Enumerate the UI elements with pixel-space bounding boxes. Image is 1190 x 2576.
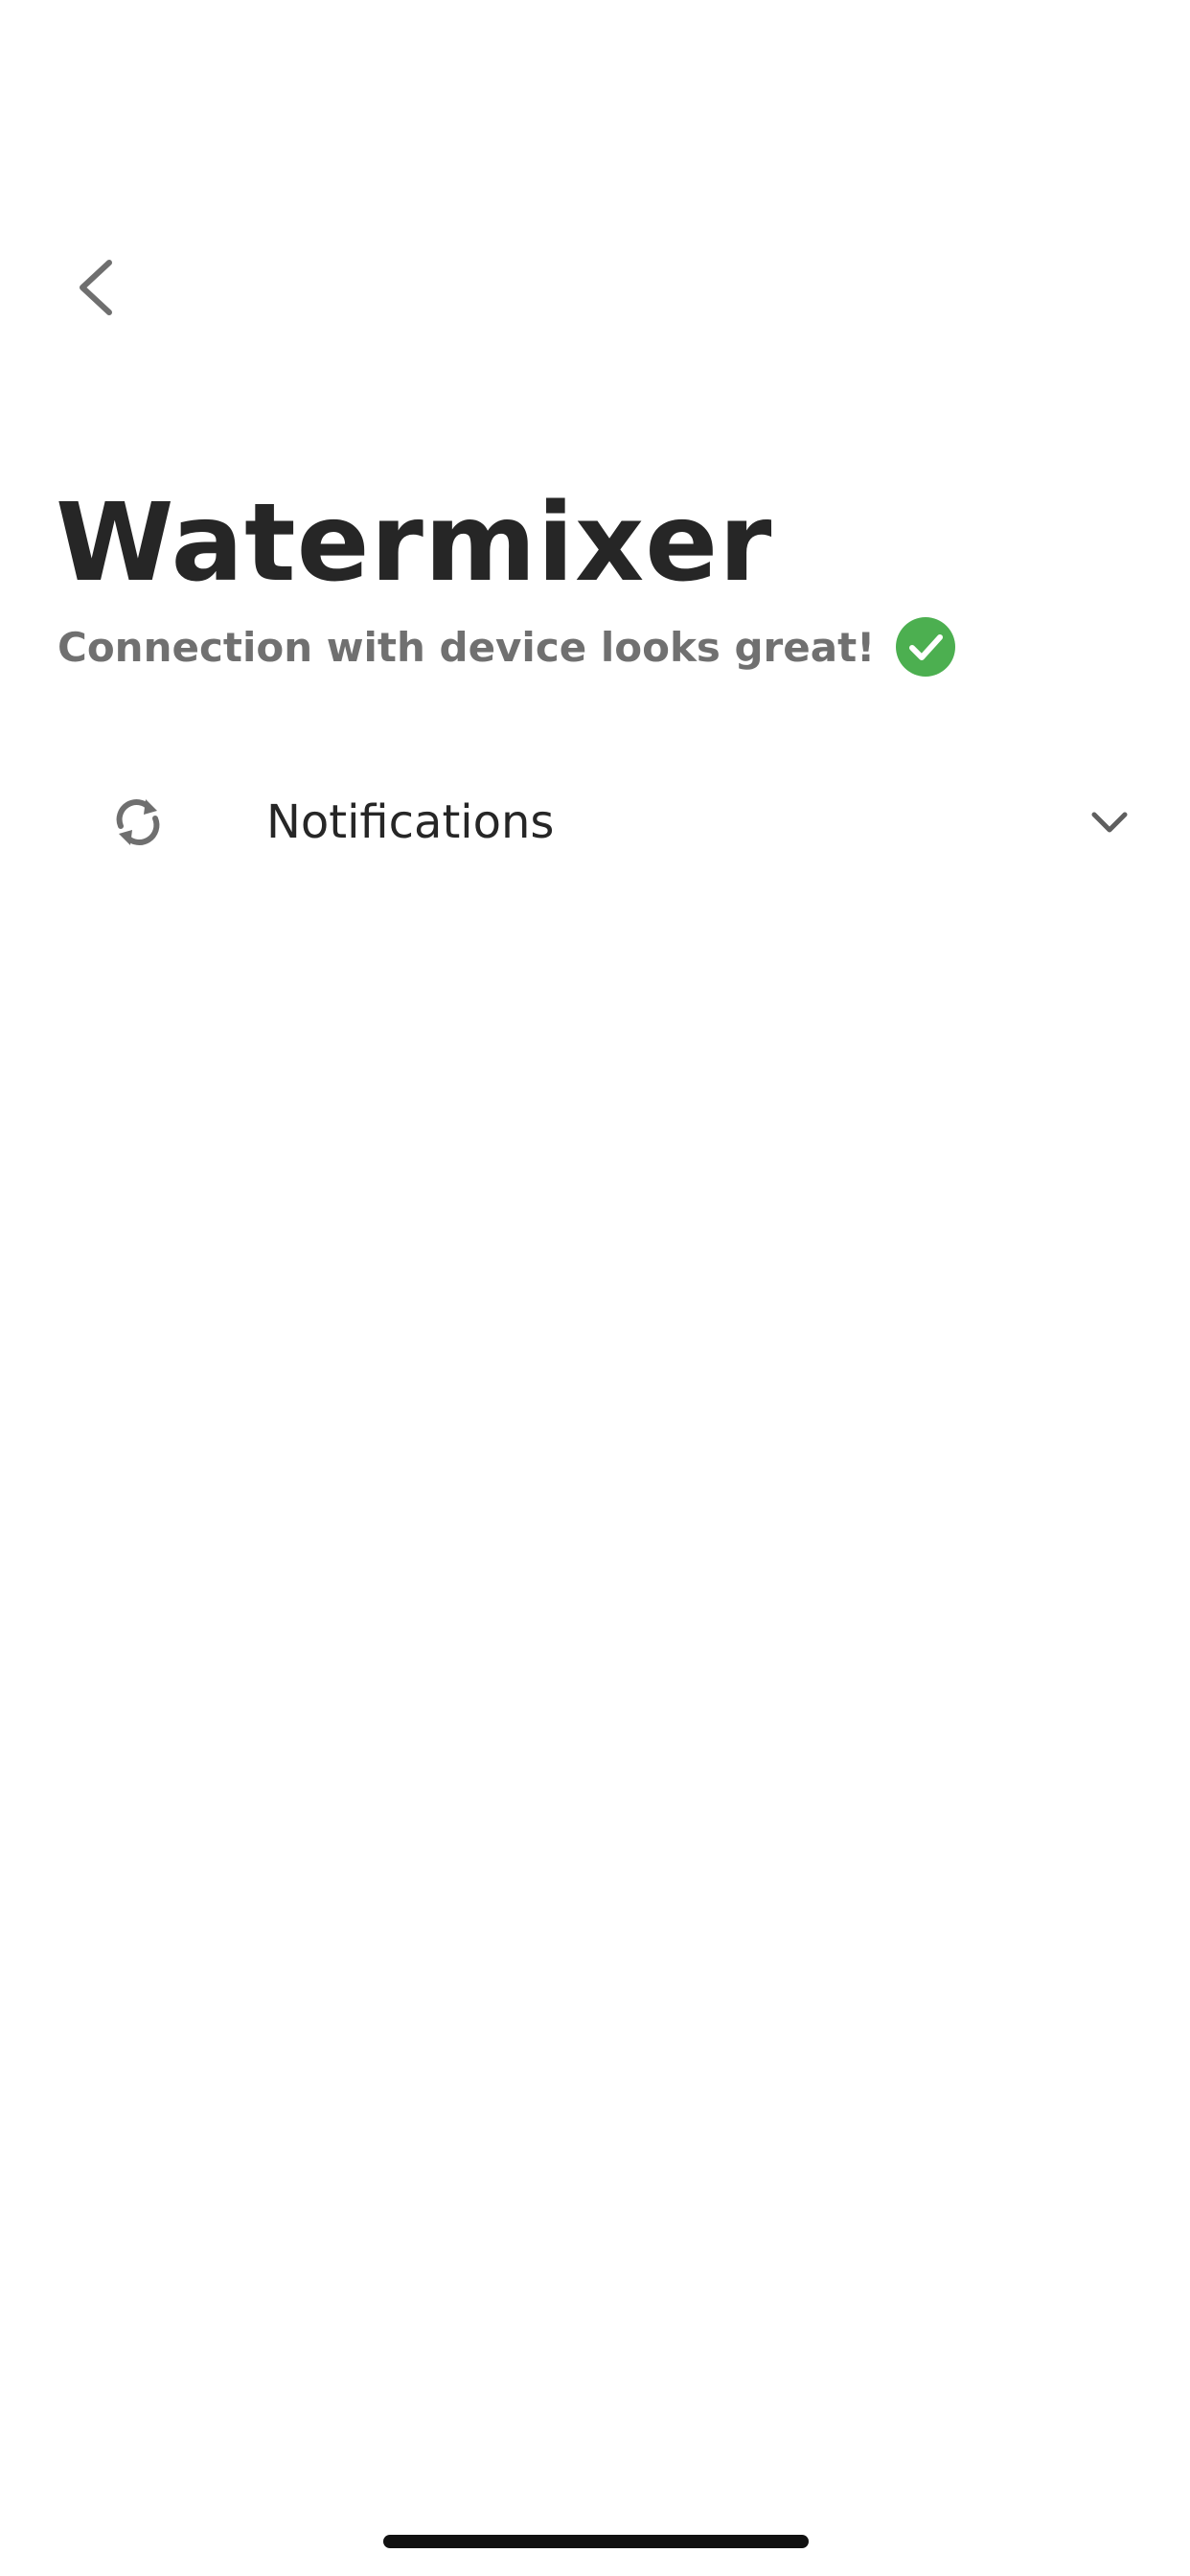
connection-status: Connection with device looks great! — [57, 613, 956, 680]
check-circle-icon — [896, 617, 956, 677]
notifications-section-toggle[interactable]: Notifications — [57, 767, 1133, 878]
notifications-label: Notifications — [266, 795, 555, 849]
sync-icon — [116, 799, 160, 845]
chevron-left-icon — [80, 260, 112, 315]
back-button[interactable] — [56, 240, 136, 335]
home-indicator — [383, 2535, 809, 2548]
page-title: Watermixer — [56, 481, 773, 606]
connection-status-text: Connection with device looks great! — [57, 623, 876, 671]
chevron-down-icon — [1091, 812, 1128, 833]
